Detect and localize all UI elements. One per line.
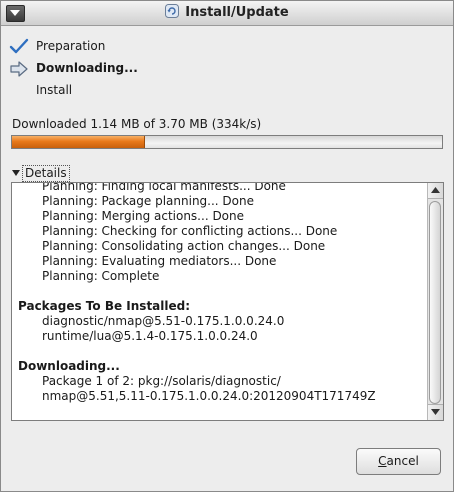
arrow-up-icon — [431, 187, 440, 193]
window-title: Install/Update — [185, 5, 289, 20]
log-line: Planning: Finding local manifests... Don… — [42, 182, 286, 193]
cancel-button[interactable]: Cancel — [356, 448, 441, 475]
log-line: Planning: Consolidating action changes..… — [42, 239, 326, 253]
arrow-down-icon — [431, 409, 440, 415]
install-update-window: Install/Update Preparation Downloading..… — [0, 0, 454, 492]
log-line: Planning: Evaluating mediators... Done — [42, 254, 277, 268]
log-line: Planning: Merging actions... Done — [42, 209, 245, 223]
scroll-thumb[interactable] — [429, 201, 441, 404]
cancel-label-rest: ancel — [386, 454, 419, 468]
log-line: Package 1 of 2: pkg://solaris/diagnostic… — [42, 374, 281, 388]
log-line: diagnostic/nmap@5.51-0.175.1.0.0.24.0 — [42, 314, 285, 328]
log-blank-line — [18, 284, 423, 299]
progress-fill — [12, 136, 146, 148]
cancel-mnemonic: C — [378, 454, 387, 468]
details-log-lines: Planning: Finding local manifests... Don… — [18, 182, 423, 404]
log-line: nmap@5.51,5.11-0.175.1.0.0.24.0:20120904… — [42, 389, 376, 403]
scroll-down-button[interactable] — [428, 404, 443, 420]
title-bar[interactable]: Install/Update — [1, 1, 453, 26]
log-section-header: Downloading... — [18, 359, 120, 373]
scroll-up-button[interactable] — [428, 183, 443, 199]
download-progress-bar — [11, 135, 443, 149]
step-label: Install — [36, 83, 73, 97]
log-line: Planning: Checking for conflicting actio… — [42, 224, 338, 238]
log-section-header: Packages To Be Installed: — [18, 299, 191, 313]
vertical-scrollbar[interactable] — [427, 183, 443, 420]
checkmark-icon — [9, 38, 29, 54]
details-label[interactable]: Details — [22, 165, 70, 182]
step-label: Preparation — [36, 39, 106, 53]
log-line: Planning: Package planning... Done — [42, 194, 255, 208]
details-log[interactable]: Planning: Finding local manifests... Don… — [11, 182, 444, 421]
arrow-right-icon — [10, 61, 28, 77]
update-icon — [165, 4, 180, 18]
triangle-down-icon — [12, 170, 20, 176]
log-line: Planning: Complete — [42, 269, 160, 283]
log-blank-line — [18, 344, 423, 359]
step-label: Downloading... — [36, 61, 138, 75]
progress-text: Downloaded 1.14 MB of 3.70 MB (334k/s) — [12, 117, 262, 131]
log-line: runtime/lua@5.1.4-0.175.1.0.0.24.0 — [42, 329, 258, 343]
